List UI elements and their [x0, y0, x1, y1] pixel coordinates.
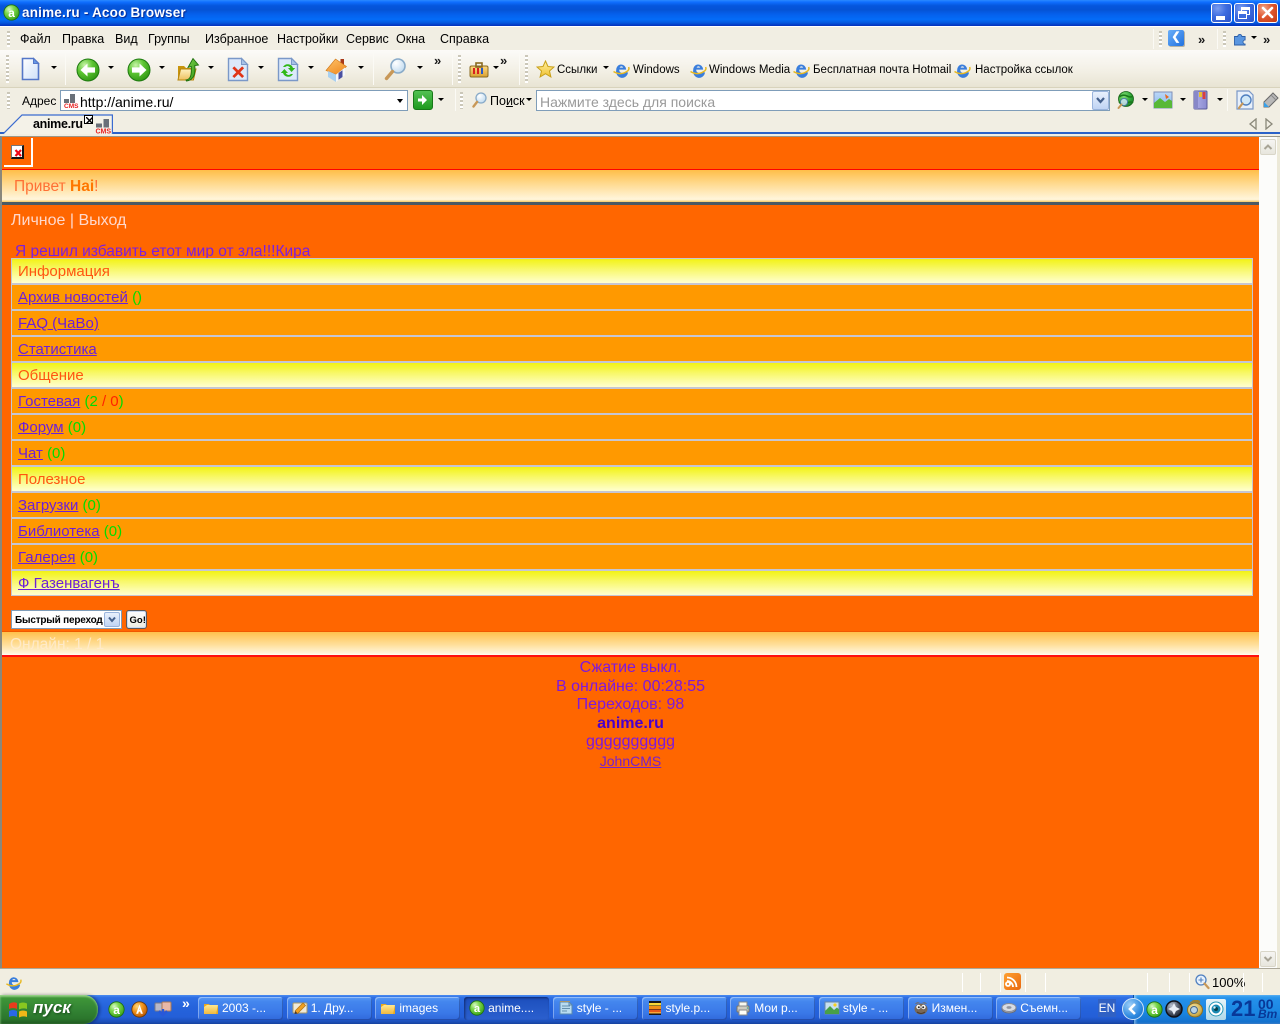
- svg-text:a: a: [474, 1003, 481, 1015]
- svg-text:a: a: [1151, 1003, 1158, 1017]
- svg-text:a: a: [113, 1003, 120, 1017]
- svg-text:CMS: CMS: [64, 103, 79, 109]
- svg-text:CMS: CMS: [96, 129, 112, 135]
- svg-text:a: a: [8, 6, 15, 20]
